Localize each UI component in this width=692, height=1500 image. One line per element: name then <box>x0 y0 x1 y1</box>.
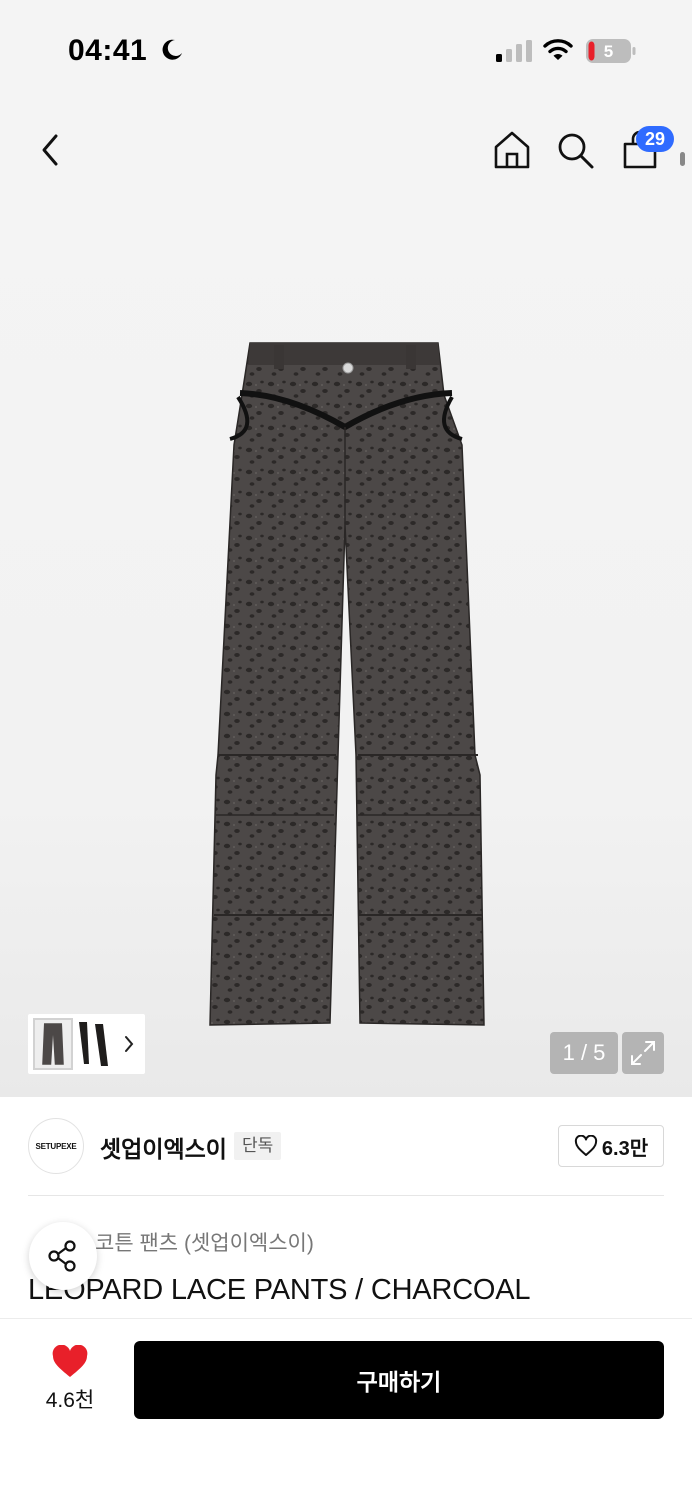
heart-outline-icon <box>574 1135 598 1156</box>
divider <box>28 1195 664 1196</box>
share-button[interactable] <box>29 1222 97 1290</box>
image-counter: 1 / 5 <box>550 1032 618 1074</box>
home-icon[interactable] <box>492 130 532 170</box>
wish-count: 4.6천 <box>45 1389 95 1412</box>
product-image <box>209 342 485 1026</box>
brand-like-count: 6.3만 <box>601 1137 649 1160</box>
buy-button[interactable]: 구매하기 <box>134 1341 664 1419</box>
wifi-icon <box>543 39 573 60</box>
brand-logo[interactable]: SETUPEXE <box>28 1118 84 1174</box>
battery-icon: 5 <box>586 39 636 63</box>
status-bar: 04:41 5 <box>0 0 692 100</box>
chevron-right-icon[interactable] <box>121 1032 137 1056</box>
cart-count-badge: 29 <box>636 126 674 152</box>
expand-icon <box>631 1041 655 1065</box>
brand-name[interactable]: 셋업이엑스이 <box>100 1130 227 1164</box>
back-icon[interactable] <box>36 130 64 170</box>
brand-logo-text: SETUPEXE <box>35 1141 77 1151</box>
battery-level: 5 <box>604 42 613 61</box>
exclusive-badge: 단독 <box>234 1132 282 1160</box>
signal-icon <box>496 40 532 62</box>
thumbnail-front[interactable] <box>33 1018 73 1070</box>
product-title: LEOPARD LACE PANTS / CHARCOAL <box>28 1274 531 1306</box>
brand-like-button[interactable]: 6.3만 <box>558 1125 664 1167</box>
search-icon[interactable] <box>556 131 596 171</box>
heart-filled-icon[interactable] <box>51 1345 89 1379</box>
product-category[interactable]: 코튼 팬츠 (셋업이엑스이) <box>95 1227 314 1257</box>
expand-button[interactable] <box>622 1032 664 1074</box>
scroll-indicator <box>680 152 685 166</box>
share-icon <box>48 1240 76 1272</box>
thumbnail-side[interactable] <box>75 1020 113 1068</box>
thumbnail-strip[interactable] <box>28 1014 145 1074</box>
moon-icon <box>162 39 182 60</box>
status-time: 04:41 <box>68 34 148 67</box>
